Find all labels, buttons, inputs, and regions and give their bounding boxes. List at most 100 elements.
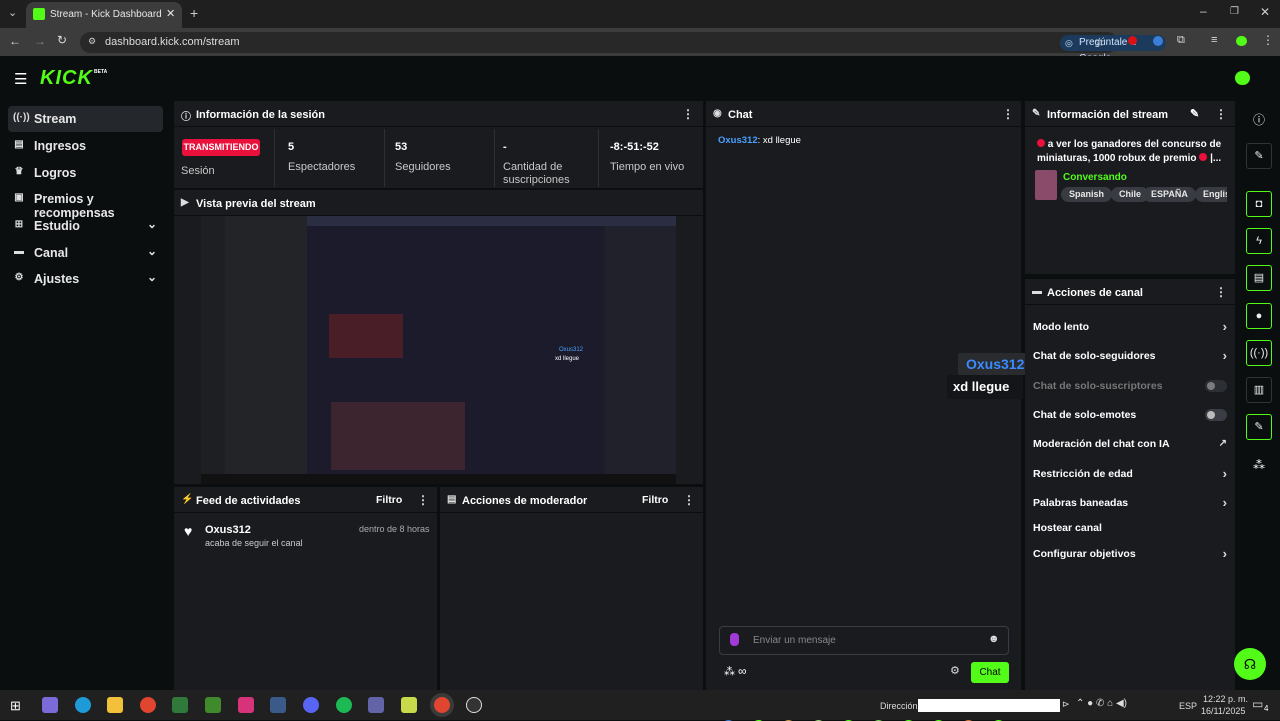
user-avatar-icon[interactable]	[1235, 71, 1250, 85]
chrome-icon[interactable]	[140, 697, 156, 713]
rail-tools-button[interactable]: ✎	[1246, 414, 1272, 440]
back-icon[interactable]: ←	[9, 34, 21, 48]
mod-menu-icon[interactable]: ⋮	[683, 493, 695, 507]
reload-icon[interactable]: ↻	[57, 33, 67, 47]
language-indicator[interactable]: ESP	[1179, 701, 1197, 711]
info-icon[interactable]: ⓘ	[1253, 111, 1265, 128]
sidebar-item-ingresos[interactable]: ▤ Ingresos	[8, 133, 163, 159]
tab-close-icon[interactable]: ✕	[166, 7, 175, 20]
discord-icon[interactable]	[303, 697, 319, 713]
rail-notes-button[interactable]: ▤	[1246, 265, 1272, 291]
instagram-icon[interactable]	[238, 697, 254, 713]
windows-start-icon[interactable]: ⊞	[10, 698, 21, 714]
app-icon[interactable]	[172, 697, 188, 713]
browser-tab[interactable]: Stream - Kick Dashboard ✕	[26, 2, 182, 28]
bolt-icon: ⚡	[181, 494, 194, 505]
ask-google-button[interactable]: ◎Pregúntale a Google	[1060, 35, 1166, 64]
new-tab-icon[interactable]: +	[190, 5, 198, 21]
action-solo-seguidores[interactable]: Chat de solo-seguidores ›	[1033, 346, 1227, 366]
rail-bolt-button[interactable]: ϟ	[1246, 228, 1272, 254]
activity-user[interactable]: Oxus312	[205, 524, 251, 536]
edit-pencil-icon[interactable]: ✎	[1190, 107, 1199, 120]
clock-date[interactable]: 16/11/2025	[1201, 706, 1245, 716]
action-solo-suscriptores[interactable]: Chat de solo-suscriptores	[1033, 376, 1227, 396]
chrome-active-icon[interactable]	[434, 697, 450, 713]
file-explorer-icon[interactable]	[107, 697, 123, 713]
kick-logo[interactable]: KICK	[40, 67, 93, 90]
obs-icon[interactable]	[466, 697, 482, 713]
rail-chat-button[interactable]: ●	[1246, 303, 1272, 329]
extension-blue-icon[interactable]	[1153, 36, 1163, 46]
viewers-stat: 5 Espectadores	[281, 129, 385, 187]
hamburger-menu-icon[interactable]: ☰	[14, 70, 27, 88]
restore-icon[interactable]: ❐	[1230, 6, 1239, 17]
support-chat-button[interactable]: ☊	[1234, 648, 1266, 680]
window-close-icon[interactable]: ✕	[1260, 5, 1270, 19]
minecraft-icon[interactable]	[205, 697, 221, 713]
activity-menu-icon[interactable]: ⋮	[417, 493, 429, 507]
tray-icons[interactable]: ⌃ ● ✆ ⌂ ◀)	[1076, 698, 1127, 709]
browser-menu-icon[interactable]: ⋮	[1262, 33, 1274, 47]
emotes-only-toggle[interactable]	[1205, 409, 1227, 421]
sidebar-item-premios[interactable]: ▣ Premios y recompensas	[8, 186, 163, 220]
chat-input[interactable]: Enviar un mensaje ☻	[719, 626, 1009, 655]
sidebar-item-ajustes[interactable]: ⚙ Ajustes ⌄	[8, 266, 163, 292]
rail-more-icon[interactable]: ⁂	[1253, 458, 1265, 472]
action-hostear-canal[interactable]: Hostear canal	[1033, 518, 1227, 538]
sidebar-item-canal[interactable]: ▬ Canal ⌄	[8, 240, 163, 266]
action-palabras-baneadas[interactable]: Palabras baneadas ›	[1033, 493, 1227, 513]
address-toolbar-input[interactable]	[918, 699, 1060, 712]
session-menu-icon[interactable]: ⋮	[682, 107, 694, 121]
chat-send-button[interactable]: Chat	[971, 662, 1009, 683]
profile-avatar-icon[interactable]	[1236, 36, 1247, 46]
extensions-puzzle-icon[interactable]: ⧉	[1177, 34, 1185, 47]
rail-list-button[interactable]: ▥	[1246, 377, 1272, 403]
action-modo-lento[interactable]: Modo lento ›	[1033, 317, 1227, 337]
channel-actions-menu-icon[interactable]: ⋮	[1215, 285, 1227, 299]
teams-icon[interactable]	[368, 697, 384, 713]
emoji-icon[interactable]: ☻	[988, 633, 1000, 645]
tab-search-icon[interactable]: ⌄	[8, 6, 17, 19]
subs-only-toggle[interactable]	[1205, 380, 1227, 392]
category-thumbnail[interactable]	[1035, 170, 1057, 200]
address-bar[interactable]: ⚙ dashboard.kick.com/stream ◎ Pregúntale …	[80, 32, 1166, 64]
action-configurar-objetivos[interactable]: Configurar objetivos ›	[1033, 544, 1227, 564]
extension-red-icon[interactable]	[1128, 36, 1137, 45]
edge-icon[interactable]	[75, 697, 91, 713]
spotify-icon[interactable]	[336, 697, 352, 713]
forward-icon[interactable]: →	[34, 34, 46, 48]
site-info-icon[interactable]: ⚙	[88, 36, 96, 47]
action-solo-emotes[interactable]: Chat de solo-emotes	[1033, 405, 1227, 425]
stream-preview-video[interactable]: Oxus312 xd llegue	[201, 216, 676, 484]
rail-edit-button[interactable]: ✎	[1246, 143, 1272, 169]
go-icon[interactable]: ⊳	[1062, 699, 1070, 710]
minimize-icon[interactable]: –	[1200, 4, 1207, 18]
chat-menu-icon[interactable]: ⋮	[1002, 107, 1014, 121]
action-restriccion-edad[interactable]: Restricción de edad ›	[1033, 464, 1227, 484]
notification-icon[interactable]: ▭	[1252, 697, 1263, 711]
chat-tools-icon[interactable]: ⁂	[724, 665, 735, 678]
rail-capture-button[interactable]: ◘	[1246, 191, 1272, 217]
app3-icon[interactable]	[401, 697, 417, 713]
clock-time[interactable]: 12:22 p. m.	[1203, 694, 1248, 704]
action-moderacion-ia[interactable]: Moderación del chat con IA ↗	[1033, 434, 1227, 454]
app2-icon[interactable]	[270, 697, 286, 713]
sidebar-item-logros[interactable]: ♛ Logros	[8, 160, 163, 186]
category-name[interactable]: Conversando	[1063, 172, 1127, 183]
stream-info-menu-icon[interactable]: ⋮	[1215, 107, 1227, 121]
mic-icon[interactable]	[730, 633, 739, 646]
mod-filter-button[interactable]: Filtro	[642, 494, 668, 506]
infinity-icon[interactable]: ∞	[738, 664, 747, 678]
sidebar-item-stream[interactable]: ((·)) Stream	[8, 106, 163, 132]
sidebar-item-estudio[interactable]: ⊞ Estudio ⌄	[8, 213, 163, 239]
subs-stat: - Cantidad de suscripciones	[496, 129, 599, 187]
bookmark-star-icon[interactable]: ☆	[1094, 35, 1105, 49]
activity-filter-button[interactable]: Filtro	[376, 494, 402, 506]
media-control-icon[interactable]: ≡	[1211, 34, 1217, 46]
chat-settings-icon[interactable]: ⚙	[950, 664, 960, 677]
copilot-icon[interactable]	[42, 697, 58, 713]
windows-taskbar: ⊞ Dirección ⊳ ⌃ ● ✆ ⌂ ◀) ESP 12:22 p. m.…	[0, 690, 1280, 720]
rail-broadcast-button[interactable]: ((·))	[1246, 340, 1272, 366]
chat-message: Oxus312: xd llegue	[718, 135, 801, 146]
chat-username[interactable]: Oxus312	[718, 135, 758, 146]
